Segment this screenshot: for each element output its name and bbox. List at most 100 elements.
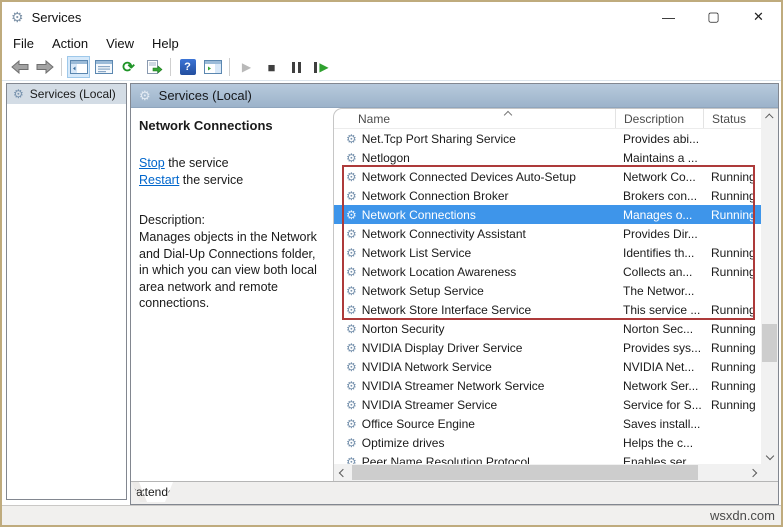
table-row[interactable]: ⚙ Network Connected Devices Auto-Setup Ne… [334,167,761,186]
watermark-text: wsxdn.com [710,508,775,523]
service-description: Helps the c... [615,436,703,450]
column-header-name[interactable]: Name [334,109,615,128]
menu-action[interactable]: Action [43,34,97,53]
stop-service-link[interactable]: Stop [139,156,165,170]
service-rows: ⚙ Net.Tcp Port Sharing Service Provides a… [334,129,761,464]
table-row[interactable]: ⚙Norton Security Norton Sec... Running [334,319,761,338]
table-row[interactable]: ⚙Network List Service Identifies th... R… [334,243,761,262]
table-row[interactable]: ⚙NVIDIA Network Service NVIDIA Net... Ru… [334,357,761,376]
menu-file[interactable]: File [4,34,43,53]
service-gear-icon: ⚙ [346,209,357,221]
show-console-tree-icon[interactable] [67,56,90,78]
start-service-icon[interactable]: ▶ [235,56,258,78]
table-row[interactable]: ⚙Network Connectivity Assistant Provides… [334,224,761,243]
restart-service-icon[interactable]: ▶ [310,56,333,78]
menu-view[interactable]: View [97,34,143,53]
back-icon[interactable] [8,56,31,78]
scroll-up-icon[interactable] [761,109,778,125]
service-name: Office Source Engine [362,417,475,431]
service-status: Running [703,360,761,374]
service-description: Maintains a ... [615,151,703,165]
column-header-status[interactable]: Status [703,109,761,128]
table-row[interactable]: ⚙Optimize drives Helps the c... [334,433,761,452]
table-row[interactable]: ⚙Peer Name Resolution Protocol Enables s… [334,452,761,464]
service-status: Running [703,170,761,184]
service-description: Service for S... [615,398,703,412]
app-gear-icon: ⚙ [11,10,24,24]
service-description: Identifies th... [615,246,703,260]
service-status: Running [703,303,761,317]
service-name: NVIDIA Streamer Network Service [362,379,545,393]
service-gear-icon: ⚙ [346,152,357,164]
service-name: Net.Tcp Port Sharing Service [362,132,516,146]
vertical-scrollbar[interactable] [761,109,778,464]
service-gear-icon: ⚙ [346,380,357,392]
table-row[interactable]: ⚙Network Connections Manages o... Runnin… [334,205,761,224]
help-icon[interactable]: ? [176,56,199,78]
service-name: NVIDIA Streamer Service [362,398,497,412]
service-status: Running [703,341,761,355]
table-row[interactable]: ⚙NVIDIA Streamer Service Service for S..… [334,395,761,414]
horizontal-scrollbar-thumb[interactable] [352,465,698,480]
service-gear-icon: ⚙ [346,228,357,240]
list-column-headers: Name Description Status [334,109,761,129]
extended-info-panel: Network Connections Stop the service Res… [131,108,333,481]
stop-service-line: Stop the service [139,155,323,172]
service-gear-icon: ⚙ [346,190,357,202]
service-status: Running [703,379,761,393]
scroll-right-icon[interactable] [744,464,761,481]
export-list-icon[interactable] [142,56,165,78]
forward-icon[interactable] [33,56,56,78]
menu-help[interactable]: Help [143,34,188,53]
description-text: Manages objects in the Network and Dial-… [139,229,325,312]
scroll-left-icon[interactable] [334,465,351,481]
title-bar: ⚙ Services — ▢ ✕ [2,2,781,32]
service-description: Network Co... [615,170,703,184]
vertical-scrollbar-thumb[interactable] [762,324,777,362]
table-row[interactable]: ⚙Network Connection Broker Brokers con..… [334,186,761,205]
refresh-icon[interactable]: ⟳ [117,56,140,78]
service-description: Norton Sec... [615,322,703,336]
properties-icon[interactable] [92,56,115,78]
table-row[interactable]: ⚙Network Store Interface Service This se… [334,300,761,319]
horizontal-scrollbar[interactable] [334,464,761,481]
pause-service-icon[interactable] [285,56,308,78]
show-action-pane-icon[interactable] [201,56,224,78]
service-name: Network Connected Devices Auto-Setup [362,170,576,184]
service-name: Peer Name Resolution Protocol [362,455,530,465]
table-row[interactable]: ⚙Net.Tcp Port Sharing Service Provides a… [334,129,761,148]
service-description: The Networ... [615,284,703,298]
pane-gear-icon: ⚙ [139,89,151,102]
service-description: Provides abi... [615,132,703,146]
maximize-button[interactable]: ▢ [691,2,736,32]
service-name: Network Setup Service [362,284,484,298]
service-gear-icon: ⚙ [346,323,357,335]
table-row[interactable]: ⚙NVIDIA Display Driver Service Provides … [334,338,761,357]
scrollbar-corner [761,464,778,481]
description-label: Description: [139,213,323,227]
table-row[interactable]: ⚙ Network Setup Service The Networ... [334,281,761,300]
minimize-button[interactable]: — [646,2,691,32]
tree-item-label: Services (Local) [30,87,116,101]
column-header-description[interactable]: Description [615,109,703,128]
service-description: Brokers con... [615,189,703,203]
stop-service-icon[interactable]: ■ [260,56,283,78]
view-tabs: Extended Standard [131,481,778,504]
service-gear-icon: ⚙ [346,171,357,183]
stop-suffix: the service [165,156,229,170]
table-row[interactable]: ⚙Netlogon Maintains a ... [334,148,761,167]
services-list-card: Name Description Status ⚙ Net.Tcp Port Sh… [333,108,778,481]
scroll-down-icon[interactable] [761,448,778,464]
close-button[interactable]: ✕ [736,2,781,32]
tree-item-services-local[interactable]: ⚙ Services (Local) [7,84,126,104]
restart-service-link[interactable]: Restart [139,173,179,187]
service-gear-icon: ⚙ [346,342,357,354]
service-name: Network List Service [362,246,471,260]
service-gear-icon: ⚙ [346,361,357,373]
service-gear-icon: ⚙ [346,285,357,297]
service-description: Saves install... [615,417,703,431]
table-row[interactable]: ⚙Office Source Engine Saves install... [334,414,761,433]
main-area: ⚙ Services (Local) ⚙ Services (Local) Ne… [2,81,781,505]
table-row[interactable]: ⚙Network Location Awareness Collects an.… [334,262,761,281]
table-row[interactable]: ⚙NVIDIA Streamer Network Service Network… [334,376,761,395]
